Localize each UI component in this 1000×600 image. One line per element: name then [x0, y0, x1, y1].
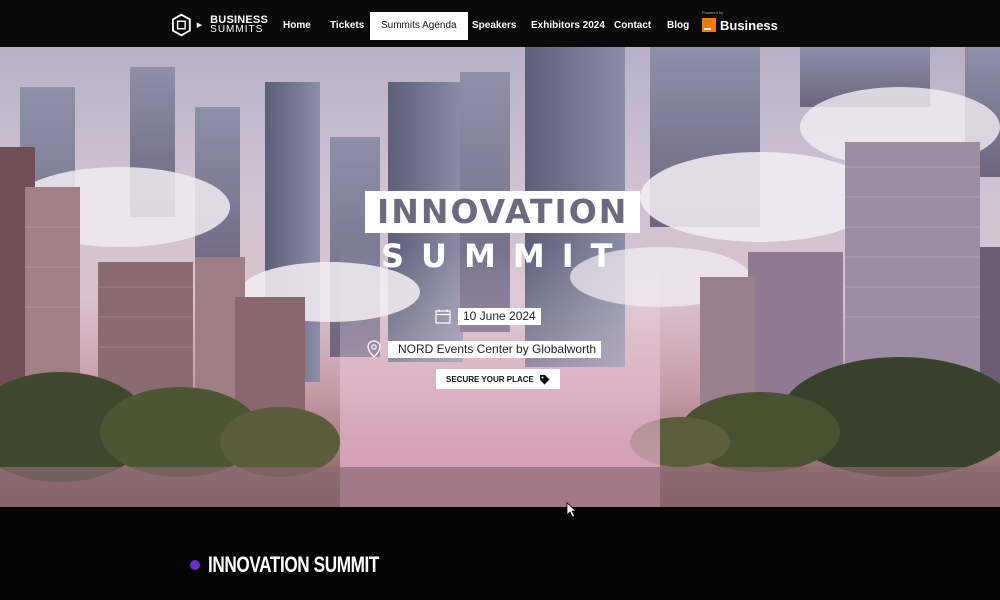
mouse-cursor-icon	[566, 502, 578, 518]
orange-square-icon	[702, 18, 716, 32]
top-navbar: ▶ BUSINESS SUMMITS Home Tickets Summits …	[0, 0, 1000, 47]
location-pin-icon	[367, 340, 381, 358]
event-venue: NORD Events Center by Globalworth	[388, 340, 602, 358]
hero-banner: INNOVATION SUMMIT 10 June 2024 NORD Even…	[0, 47, 1000, 507]
section-heading: INNOVATION SUMMIT	[190, 552, 427, 578]
sponsor-name: Business	[720, 17, 778, 33]
nav-tickets[interactable]: Tickets	[330, 12, 364, 40]
purple-dot-icon	[190, 560, 200, 570]
city-skyline-background	[0, 47, 1000, 507]
event-date: 10 June 2024	[458, 308, 541, 325]
hero-title-line1: INNOVATION	[365, 191, 641, 233]
tag-icon	[539, 374, 550, 384]
sponsor-tagline: Powered by	[702, 10, 724, 15]
calendar-icon	[435, 309, 451, 324]
section-title: INNOVATION SUMMIT	[208, 552, 380, 577]
event-date-row: 10 June 2024	[435, 308, 541, 325]
logo-arrow-icon: ▶	[196, 22, 203, 29]
hero-title-line2: SUMMIT	[381, 237, 630, 275]
hero-title: INNOVATION SUMMIT	[365, 191, 641, 277]
nav-speakers[interactable]: Speakers	[472, 12, 516, 40]
secure-your-place-button[interactable]: SECURE YOUR PLACE	[436, 369, 560, 389]
logo-line2: SUMMITS	[210, 24, 264, 35]
cta-label: SECURE YOUR PLACE	[446, 374, 534, 384]
nav-exhibitors[interactable]: Exhibitors 2024	[531, 12, 605, 40]
nav-summits-agenda[interactable]: Summits Agenda	[370, 12, 468, 40]
site-logo[interactable]: ▶ BUSINESS SUMMITS	[172, 12, 268, 38]
logo-hexagon-icon	[172, 13, 191, 37]
nav-contact[interactable]: Contact	[614, 12, 651, 40]
nav-home[interactable]: Home	[283, 12, 311, 40]
sponsor-logo[interactable]: Powered by Business	[702, 10, 778, 37]
event-venue-row: NORD Events Center by Globalworth	[367, 340, 602, 358]
nav-blog[interactable]: Blog	[667, 12, 689, 40]
